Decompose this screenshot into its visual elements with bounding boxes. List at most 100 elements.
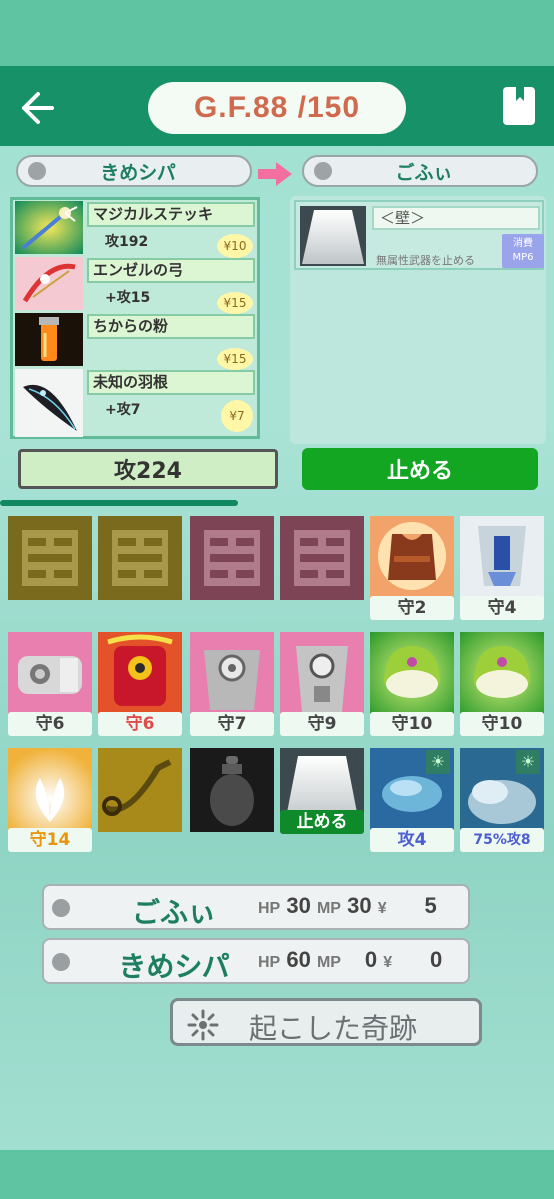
grid-tile[interactable]: [460, 632, 544, 716]
empty-slot-icon: [8, 516, 92, 600]
yen-value: 5: [424, 893, 437, 918]
grid-tile[interactable]: [190, 632, 274, 716]
spell-name: ＜壁＞: [372, 206, 540, 230]
mp-value: 30: [347, 893, 372, 918]
silver-armor-icon: [190, 632, 274, 716]
back-button[interactable]: [16, 88, 56, 128]
leather-vest-icon: [370, 516, 454, 600]
mp-label: MP: [316, 954, 341, 971]
grid-tile[interactable]: [8, 516, 92, 600]
item-stat: 攻192: [105, 234, 149, 250]
sun-icon: ☀: [516, 750, 540, 774]
silver-plate-icon: [280, 632, 364, 716]
gf-counter: G.F.88 /150: [148, 82, 406, 134]
bottom-bar: [0, 1150, 554, 1199]
item-price: ¥15: [217, 348, 253, 370]
yen-label: ¥: [383, 954, 393, 971]
blue-armor-icon: [460, 516, 544, 600]
yen-value: 0: [430, 947, 443, 972]
grid-tile-label: 守4: [460, 596, 544, 620]
spell-description: 無属性武器を止める: [376, 254, 475, 267]
player-right-dot: [314, 162, 332, 180]
status-dot: [52, 899, 70, 917]
angel-bow-icon: [15, 257, 83, 310]
item-name: エンゼルの弓: [87, 258, 255, 283]
spell-mp-cost: 消費 MP6: [502, 234, 544, 268]
status-dot: [52, 953, 70, 971]
grid-tile[interactable]: [98, 516, 182, 600]
grid-tile[interactable]: [98, 632, 182, 716]
grid-tile-label: 守6: [98, 712, 182, 736]
red-armor-icon: [98, 632, 182, 716]
miracles-button[interactable]: 起こした奇跡: [170, 998, 482, 1046]
item-row[interactable]: 未知の羽根 +攻7 ¥7: [13, 368, 257, 437]
grid-tile[interactable]: [370, 632, 454, 716]
grid-tile-label: 守9: [280, 712, 364, 736]
spell-cost-label: 消費: [513, 238, 533, 249]
item-name: 未知の羽根: [87, 370, 255, 395]
spell-cost-value: MP6: [512, 252, 534, 263]
header-bar: G.F.88 /150: [0, 66, 554, 146]
grid-tile-label: 守6: [8, 712, 92, 736]
empty-slot-icon: [280, 516, 364, 600]
sparkle-icon: [187, 1009, 219, 1041]
grid-tile[interactable]: [280, 632, 364, 716]
grid-tile[interactable]: [8, 748, 92, 832]
grid-tile-label: 攻4: [370, 828, 454, 852]
green-helmet-icon: [370, 632, 454, 716]
empty-slot-icon: [98, 516, 182, 600]
hp-label: HP: [258, 900, 281, 917]
book-button[interactable]: [502, 86, 536, 126]
grid-tile[interactable]: [190, 516, 274, 600]
urn-icon: [190, 748, 274, 832]
grid-tile-label: 守10: [370, 712, 454, 736]
player-left-dot: [28, 162, 46, 180]
item-name: マジカルステッキ: [87, 202, 255, 227]
wall-icon: [300, 206, 366, 266]
grid-tile[interactable]: [460, 516, 544, 600]
grid-tile-label: 守7: [190, 712, 274, 736]
grid-tile[interactable]: [280, 516, 364, 600]
status-row: きめシパ HP 60 MP 0 ¥ 0: [42, 938, 470, 984]
spell-card[interactable]: ＜壁＞ 無属性武器を止める 消費 MP6: [294, 200, 544, 270]
back-arrow-icon: [22, 92, 54, 124]
grid-tile-label: 75%攻8: [460, 828, 544, 852]
grid-tile[interactable]: [190, 748, 274, 832]
gauntlet-icon: [8, 632, 92, 716]
item-price: ¥10: [217, 234, 253, 258]
status-bar-area: [0, 0, 554, 66]
unknown-feather-icon: [15, 369, 83, 437]
item-name: ちからの粉: [87, 314, 255, 339]
item-row[interactable]: マジカルステッキ 攻192 ¥10: [13, 200, 257, 258]
grid-tile-label: 守14: [8, 828, 92, 852]
status-stats: HP 60 MP 0 ¥ 0: [258, 947, 442, 973]
turn-progress: [0, 500, 238, 506]
status-player-name: ごふぃ: [131, 896, 216, 929]
grid-tile-label: 守10: [460, 712, 544, 736]
status-stats: HP 30 MP 30 ¥ 5: [258, 893, 437, 919]
grid-tile[interactable]: [370, 516, 454, 600]
grid-tile-label: 守2: [370, 596, 454, 620]
grid-tile-label: 止める: [280, 810, 364, 834]
item-row[interactable]: エンゼルの弓 +攻15 ¥15: [13, 256, 257, 314]
sun-icon: ☀: [426, 750, 450, 774]
stop-button[interactable]: 止める: [302, 448, 538, 490]
item-row[interactable]: ちからの粉 ¥15: [13, 312, 257, 370]
grid-tile[interactable]: [98, 748, 182, 832]
power-powder-icon: [15, 313, 83, 366]
light-burst-icon: [8, 748, 92, 832]
horn-icon: [98, 748, 182, 832]
green-helmet-icon: [460, 632, 544, 716]
grid-tile[interactable]: [8, 632, 92, 716]
hp-value: 30: [286, 893, 311, 918]
hp-value: 60: [286, 947, 311, 972]
empty-slot-icon: [190, 516, 274, 600]
status-row: ごふぃ HP 30 MP 30 ¥ 5: [42, 884, 470, 930]
item-price: ¥15: [217, 292, 253, 314]
gf-counter-text: G.F.88 /150: [193, 91, 361, 124]
item-stat: +攻15: [105, 290, 151, 306]
mp-value: 0: [364, 947, 378, 972]
player-left-name: きめシパ: [100, 161, 176, 184]
magic-staff-icon: [15, 201, 83, 254]
player-right-name: ごふぃ: [395, 161, 453, 184]
